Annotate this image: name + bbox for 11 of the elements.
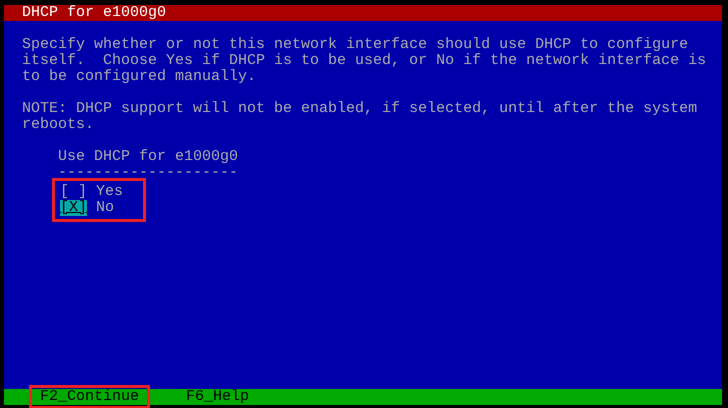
function-key-button[interactable]: F2_Continue	[29, 385, 150, 408]
note-text: NOTE: DHCP support will not be enabled, if selected, until after the system reboots.	[22, 101, 698, 133]
title-bar: DHCP for e1000g0	[4, 5, 722, 21]
checkbox-option[interactable]: [X] No	[60, 200, 143, 216]
question-underline: --------------------	[58, 165, 238, 181]
question-label: Use DHCP for e1000g0	[58, 149, 238, 165]
checkbox[interactable]: [ ]	[60, 184, 88, 200]
description-text: Specify whether or not this network interface should use DHCP to configure itself. Choose Yes if DHCP is to be used, or No if the network interface is to be configured manually.	[22, 37, 706, 85]
function-key-button[interactable]: F6_Help	[175, 389, 260, 405]
checkbox[interactable]: [X]	[60, 200, 88, 216]
checkbox-option[interactable]: [ ] Yes	[60, 184, 143, 200]
